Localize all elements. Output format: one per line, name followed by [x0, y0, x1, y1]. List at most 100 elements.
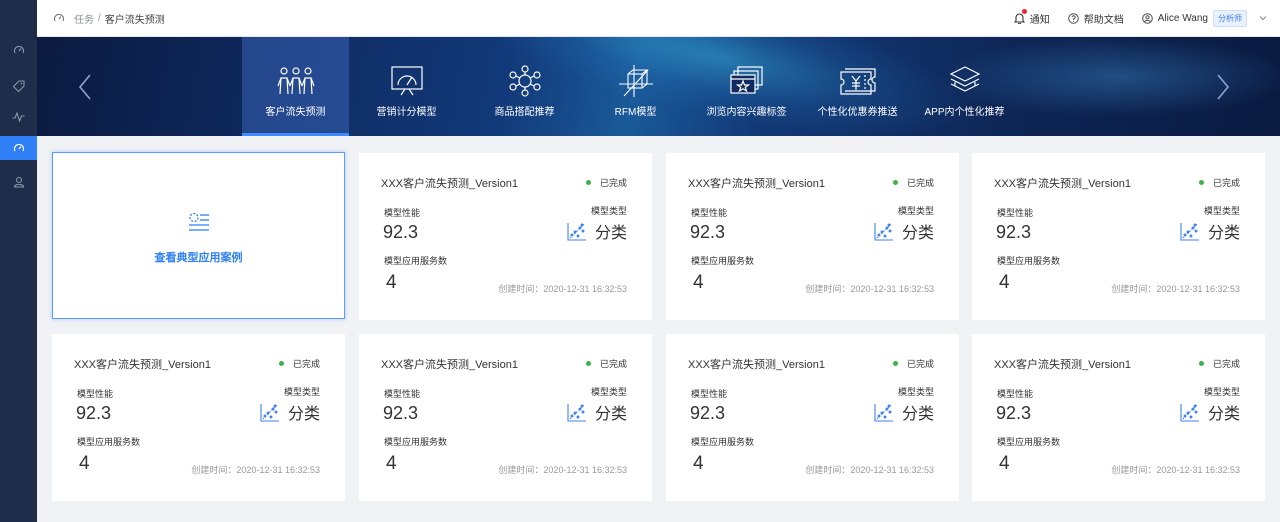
model-title: XXX客户流失预测_Version1: [688, 178, 825, 190]
created-time: 创建时间：2020-12-31 16:32:53: [805, 465, 934, 475]
svc-value: 4: [79, 453, 90, 474]
breadcrumb: 任务 / 客户流失预测: [53, 11, 165, 26]
perf-value: 92.3: [383, 222, 419, 242]
tab-label: 个性化优惠券推送: [817, 107, 898, 118]
perf-value: 92.3: [690, 403, 726, 423]
type-value: 分类: [1207, 225, 1240, 242]
example-cases-label: 查看典型应用案例: [154, 252, 243, 264]
perf-label: 模型性能: [691, 389, 728, 399]
tab-marketing-score[interactable]: 营销计分模型: [353, 37, 460, 136]
type-label: 模型类型: [1203, 387, 1240, 397]
status-dot: [1198, 361, 1204, 366]
perf-value: 92.3: [996, 222, 1032, 242]
svc-value: 4: [999, 453, 1010, 474]
user-menu[interactable]: Alice Wang 分析师: [1141, 9, 1272, 27]
scenario-banner: 客户流失预测 营销计分模型 商品搭配推荐 RFM模型 浏览内容兴趣标签 个性化优…: [37, 37, 1280, 136]
perf-value: 92.3: [383, 403, 419, 423]
created-time: 创建时间：2020-12-31 16:32:53: [805, 284, 934, 294]
breadcrumb-root[interactable]: 任务: [74, 11, 94, 26]
created-time: 创建时间：2020-12-31 16:32:53: [1111, 465, 1240, 475]
notify-dot: [1021, 8, 1027, 14]
type-value: 分类: [287, 406, 320, 423]
scatter-chart-icon: [567, 403, 586, 422]
sidebar-item-users[interactable]: [0, 170, 37, 194]
status-text: 已完成: [906, 359, 934, 369]
breadcrumb-current: 客户流失预测: [104, 14, 165, 26]
scatter-chart-icon: [1180, 222, 1199, 241]
created-time: 创建时间：2020-12-31 16:32:53: [191, 465, 320, 475]
top-header: 任务 / 客户流失预测 通知 帮助文档 Alice Wang 分析师: [37, 0, 1280, 37]
type-label: 模型类型: [590, 387, 627, 397]
perf-value: 92.3: [76, 403, 112, 423]
svc-value: 4: [386, 453, 397, 474]
model-title: XXX客户流失预测_Version1: [688, 359, 825, 371]
sidebar-item-tags[interactable]: [0, 74, 37, 98]
status-badge: 已完成: [892, 176, 934, 189]
tab-customer-churn[interactable]: 客户流失预测: [242, 37, 349, 136]
model-card[interactable]: XXX客户流失预测_Version1 已完成 模型性能 92.3 模型类型 分类…: [666, 334, 959, 501]
perf-value: 92.3: [996, 403, 1032, 423]
tab-app-recommend[interactable]: APP内个性化推荐: [911, 37, 1018, 136]
user-icon: [13, 176, 24, 188]
cube-axis-icon: [618, 64, 654, 98]
dashboard-icon: [390, 64, 424, 98]
perf-label: 模型性能: [77, 389, 114, 399]
status-text: 已完成: [1212, 359, 1240, 369]
svc-value: 4: [999, 272, 1010, 293]
tab-product-bundle[interactable]: 商品搭配推荐: [471, 37, 578, 136]
help-icon: [1067, 12, 1079, 24]
banner-next-button[interactable]: [1213, 74, 1233, 100]
tag-icon: [12, 80, 25, 92]
tab-coupon-push[interactable]: 个性化优惠券推送: [804, 37, 911, 136]
scatter-chart-icon: [874, 222, 893, 241]
tab-rfm-model[interactable]: RFM模型: [582, 37, 689, 136]
status-text: 已完成: [292, 359, 320, 369]
model-card[interactable]: XXX客户流失预测_Version1 已完成 模型性能 92.3 模型类型 分类…: [52, 334, 345, 501]
model-title: XXX客户流失预测_Version1: [74, 359, 211, 371]
model-title: XXX客户流失预测_Version1: [994, 178, 1131, 190]
perf-label: 模型性能: [997, 208, 1034, 218]
tab-label: 浏览内容兴趣标签: [706, 107, 787, 118]
people-group-icon: [276, 64, 316, 98]
svc-label: 模型应用服务数: [384, 437, 448, 447]
model-card[interactable]: XXX客户流失预测_Version1 已完成 模型性能 92.3 模型类型 分类…: [972, 153, 1265, 320]
model-card[interactable]: XXX客户流失预测_Version1 已完成 模型性能 92.3 模型类型 分类…: [666, 153, 959, 320]
status-dot: [585, 180, 591, 185]
svc-label: 模型应用服务数: [997, 256, 1061, 266]
status-dot: [585, 361, 591, 366]
type-label: 模型类型: [590, 206, 627, 216]
created-time: 创建时间：2020-12-31 16:32:53: [498, 284, 627, 294]
coupon-icon: [839, 64, 877, 98]
perf-label: 模型性能: [997, 389, 1034, 399]
banner-prev-button[interactable]: [75, 74, 95, 100]
pulse-icon: [12, 111, 25, 123]
tab-label: APP内个性化推荐: [924, 107, 1005, 118]
scatter-chart-icon: [260, 403, 279, 422]
type-value: 分类: [901, 406, 934, 423]
sidebar-item-tasks[interactable]: [0, 136, 37, 160]
svc-label: 模型应用服务数: [691, 437, 755, 447]
notify-button[interactable]: 通知: [1013, 8, 1050, 26]
tab-interest-tags[interactable]: 浏览内容兴趣标签: [693, 37, 800, 136]
model-card[interactable]: XXX客户流失预测_Version1 已完成 模型性能 92.3 模型类型 分类…: [359, 153, 652, 320]
help-docs-link[interactable]: 帮助文档: [1067, 11, 1124, 26]
sidebar-item-dashboard[interactable]: [0, 38, 37, 62]
created-time: 创建时间：2020-12-31 16:32:53: [1111, 284, 1240, 294]
status-badge: 已完成: [1198, 357, 1240, 370]
perf-label: 模型性能: [384, 208, 421, 218]
example-cases-card[interactable]: 查看典型应用案例: [52, 152, 345, 319]
status-badge: 已完成: [278, 357, 320, 370]
role-badge: 分析师: [1213, 9, 1247, 27]
tab-label: 营销计分模型: [376, 107, 437, 118]
scatter-chart-icon: [874, 403, 893, 422]
chevron-left-icon: [78, 74, 91, 100]
type-label: 模型类型: [897, 387, 934, 397]
model-card[interactable]: XXX客户流失预测_Version1 已完成 模型性能 92.3 模型类型 分类…: [359, 334, 652, 501]
sidebar-item-monitor[interactable]: [0, 105, 37, 129]
chevron-down-icon[interactable]: [1259, 15, 1272, 21]
svc-value: 4: [693, 453, 704, 474]
status-badge: 已完成: [892, 357, 934, 370]
svc-value: 4: [386, 272, 397, 293]
model-card[interactable]: XXX客户流失预测_Version1 已完成 模型性能 92.3 模型类型 分类…: [972, 334, 1265, 501]
svc-label: 模型应用服务数: [691, 256, 755, 266]
